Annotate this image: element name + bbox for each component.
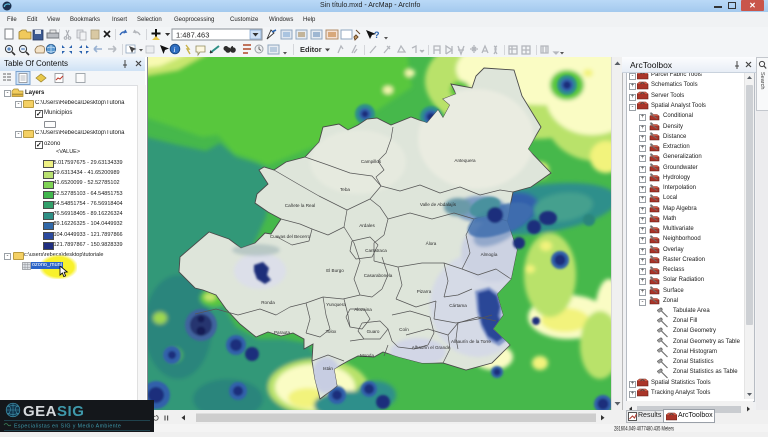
svg-text:i: i: [173, 45, 175, 54]
svg-text:Campillos: Campillos: [361, 159, 382, 164]
svg-text:Tolox: Tolox: [326, 329, 337, 334]
svg-text:Ronda: Ronda: [261, 300, 275, 305]
svg-text:Pizarra: Pizarra: [417, 289, 432, 294]
svg-text:281604.049 4077480.435 Meters: 281604.049 4077480.435 Meters: [614, 427, 674, 433]
svg-text:Istán: Istán: [323, 366, 333, 371]
svg-text:Editor: Editor: [300, 45, 322, 54]
svg-text:Coín: Coín: [399, 327, 409, 332]
svg-text:Guaro: Guaro: [367, 329, 380, 334]
svg-text:GEASIG: GEASIG: [23, 403, 84, 420]
svg-text:Teba: Teba: [340, 187, 350, 192]
svg-text:Especialistas en SIG y Medio A: Especialistas en SIG y Medio Ambiente: [14, 424, 121, 430]
svg-text:Alozaina: Alozaina: [354, 307, 372, 312]
svg-text:Antequera: Antequera: [454, 158, 476, 163]
svg-text:Cuevas del Becerro: Cuevas del Becerro: [270, 234, 311, 239]
svg-text:Valle de Abdalajís: Valle de Abdalajís: [420, 202, 457, 207]
svg-text:Almogía: Almogía: [481, 252, 498, 257]
svg-text:El Burgo: El Burgo: [326, 268, 344, 273]
svg-text:Parauta: Parauta: [274, 330, 291, 335]
svg-text:Cañete la Real: Cañete la Real: [285, 203, 315, 208]
svg-text:Alhaurín de la Torre: Alhaurín de la Torre: [451, 339, 491, 344]
svg-text:Yunquera: Yunquera: [326, 302, 346, 307]
svg-text:Cártama: Cártama: [449, 303, 467, 308]
svg-text:?: ?: [374, 30, 380, 40]
svg-text:1:487.463: 1:487.463: [176, 31, 209, 40]
svg-text:Álora: Álora: [426, 240, 437, 246]
svg-text:Monda: Monda: [360, 353, 374, 358]
svg-text:Carratraca: Carratraca: [365, 248, 387, 253]
svg-text:Ardales: Ardales: [359, 223, 375, 228]
svg-text:Casarabonela: Casarabonela: [364, 273, 393, 278]
svg-text:Alhaurín el Grande: Alhaurín el Grande: [412, 345, 451, 350]
